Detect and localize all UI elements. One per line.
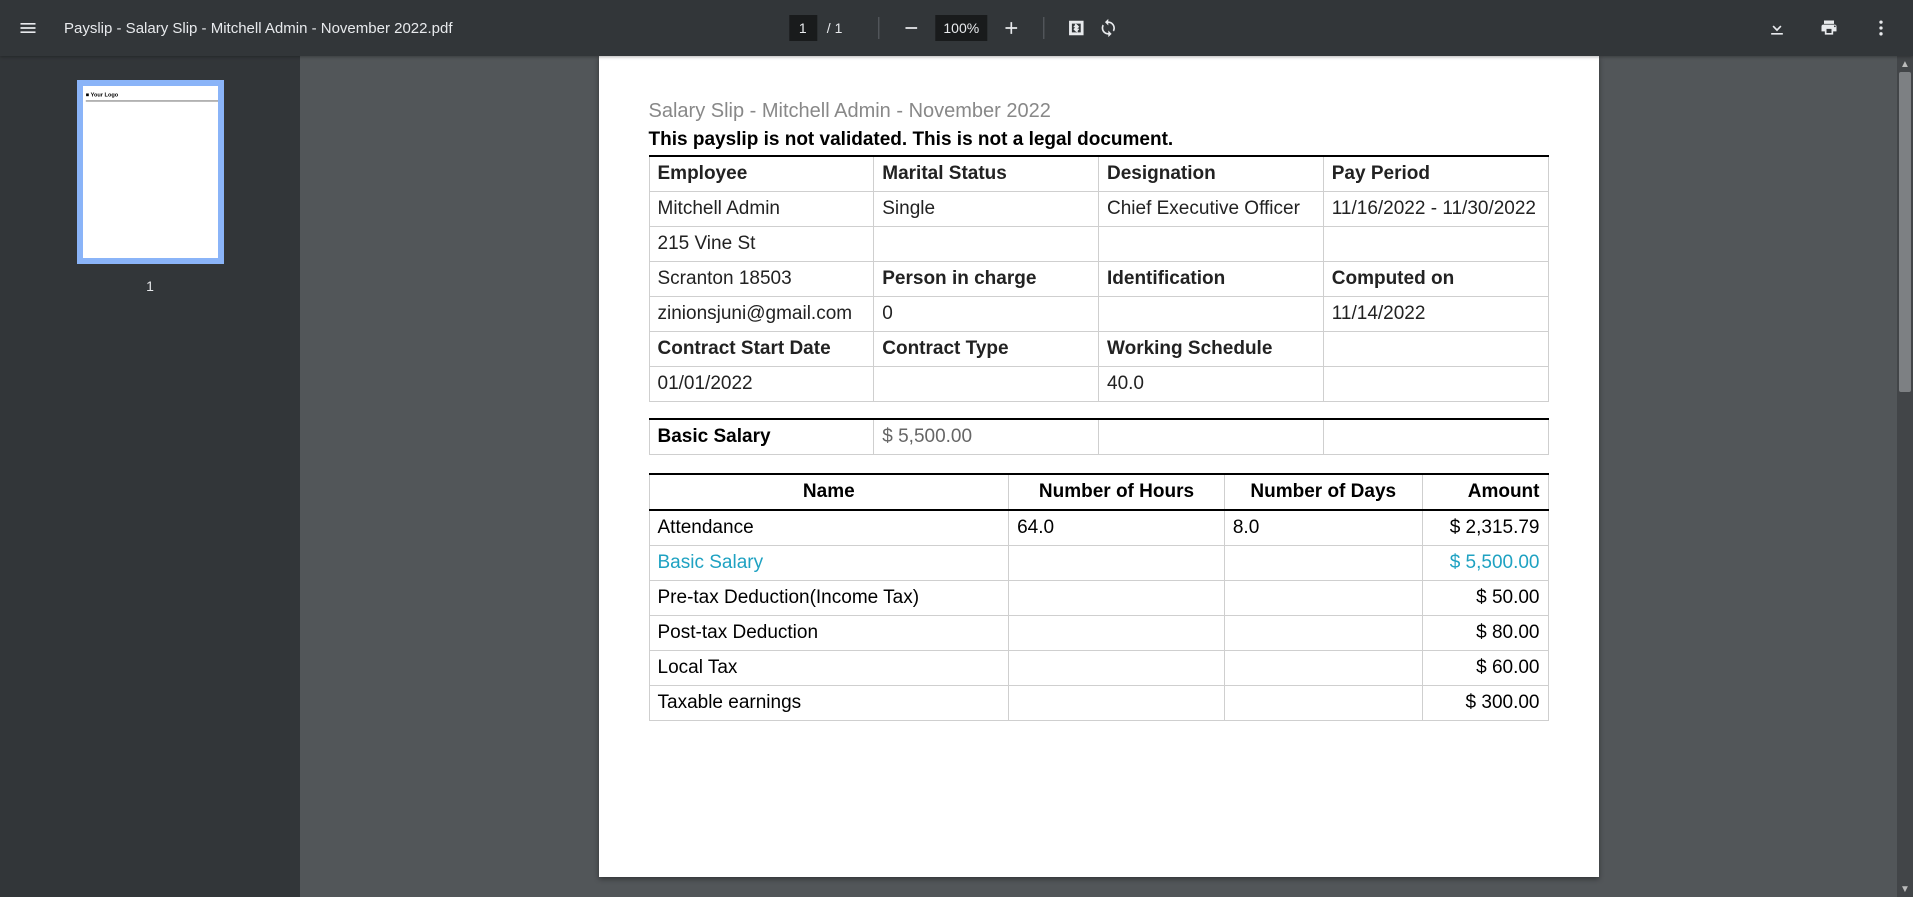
cell-label: Marital Status [874, 156, 1099, 192]
basic-salary-value: $ 5,500.00 [874, 419, 1099, 455]
payslip-lines-table: Name Number of Hours Number of Days Amou… [649, 473, 1549, 721]
page-number-input[interactable] [789, 15, 817, 41]
basic-salary-table: Basic Salary $ 5,500.00 [649, 418, 1549, 455]
col-amount: Amount [1422, 474, 1548, 510]
toolbar-right [1761, 12, 1897, 44]
thumbnail-sidebar: ■ Your Logo 1 [0, 56, 300, 897]
line-hours: 64.0 [1009, 510, 1225, 546]
cell-value [1099, 297, 1324, 332]
col-days: Number of Days [1224, 474, 1422, 510]
cell-label: Designation [1099, 156, 1324, 192]
download-button[interactable] [1761, 12, 1793, 44]
cell-label: Contract Type [874, 332, 1099, 367]
cell-value: 11/14/2022 [1323, 297, 1548, 332]
cell-value: Scranton 18503 [649, 262, 874, 297]
line-amount: $ 60.00 [1422, 651, 1548, 686]
table-row: Pre-tax Deduction(Income Tax) $ 50.00 [649, 581, 1548, 616]
basic-salary-label: Basic Salary [649, 419, 874, 455]
toolbar-center: / 1 100% [789, 12, 1124, 44]
cell-value: 40.0 [1099, 367, 1324, 402]
cell-label: Identification [1099, 262, 1324, 297]
cell-label: Employee [649, 156, 874, 192]
cell-label: Person in charge [874, 262, 1099, 297]
cell-value: Mitchell Admin [649, 192, 874, 227]
print-button[interactable] [1813, 12, 1845, 44]
line-hours [1009, 651, 1225, 686]
table-row: Taxable earnings $ 300.00 [649, 686, 1548, 721]
body: ■ Your Logo 1 United States Salary Slip … [0, 56, 1913, 897]
separator [878, 17, 879, 39]
zoom-level[interactable]: 100% [935, 15, 987, 41]
separator [1043, 17, 1044, 39]
line-days [1224, 651, 1422, 686]
line-days [1224, 686, 1422, 721]
cell-label: Working Schedule [1099, 332, 1324, 367]
fit-to-page-button[interactable] [1060, 12, 1092, 44]
rotate-button[interactable] [1092, 12, 1124, 44]
line-hours [1009, 616, 1225, 651]
table-row: Post-tax Deduction $ 80.00 [649, 616, 1548, 651]
vertical-scrollbar[interactable]: ▲ ▼ [1897, 56, 1913, 897]
line-amount: $ 2,315.79 [1422, 510, 1548, 546]
col-name: Name [649, 474, 1009, 510]
line-days: 8.0 [1224, 510, 1422, 546]
table-row: Attendance64.08.0$ 2,315.79 [649, 510, 1548, 546]
cell-value: 215 Vine St [649, 227, 874, 262]
line-name: Taxable earnings [649, 686, 1009, 721]
page-scroll[interactable]: United States Salary Slip - Mitchell Adm… [300, 56, 1897, 897]
page-thumbnail[interactable]: ■ Your Logo [77, 80, 224, 264]
col-hours: Number of Hours [1009, 474, 1225, 510]
cell-value: zinionsjuni@gmail.com [649, 297, 874, 332]
line-amount: $ 5,500.00 [1422, 546, 1548, 581]
thumbnail-label: 1 [0, 278, 300, 294]
zoom-out-button[interactable] [895, 12, 927, 44]
page-number-box: / 1 [789, 15, 843, 41]
zoom-in-button[interactable] [995, 12, 1027, 44]
cell-label: Pay Period [1323, 156, 1548, 192]
line-name: Local Tax [649, 651, 1009, 686]
pdf-page: United States Salary Slip - Mitchell Adm… [599, 56, 1599, 877]
toolbar: Payslip - Salary Slip - Mitchell Admin -… [0, 0, 1913, 56]
line-amount: $ 300.00 [1422, 686, 1548, 721]
line-days [1224, 616, 1422, 651]
page-total: / 1 [827, 20, 843, 36]
cell-label: Computed on [1323, 262, 1548, 297]
cell-value: Chief Executive Officer [1099, 192, 1324, 227]
menu-icon[interactable] [16, 16, 40, 40]
cell-label: Contract Start Date [649, 332, 874, 367]
line-hours [1009, 546, 1225, 581]
table-row: Local Tax $ 60.00 [649, 651, 1548, 686]
cell-value: 01/01/2022 [649, 367, 874, 402]
line-name: Pre-tax Deduction(Income Tax) [649, 581, 1009, 616]
scroll-down-button[interactable]: ▼ [1897, 881, 1913, 897]
employee-info-table: Employee Marital Status Designation Pay … [649, 155, 1549, 402]
line-name: Basic Salary [649, 546, 1009, 581]
table-row: Basic Salary $ 5,500.00 [649, 546, 1548, 581]
scroll-up-button[interactable]: ▲ [1897, 56, 1913, 72]
payslip-title: Salary Slip - Mitchell Admin - November … [649, 100, 1549, 123]
document-title: Payslip - Salary Slip - Mitchell Admin -… [64, 20, 453, 37]
line-name: Attendance [649, 510, 1009, 546]
line-days [1224, 546, 1422, 581]
line-days [1224, 581, 1422, 616]
cell-value [874, 367, 1099, 402]
cell-value: 11/16/2022 - 11/30/2022 [1323, 192, 1548, 227]
content-area: United States Salary Slip - Mitchell Adm… [300, 56, 1913, 897]
cell-value: 0 [874, 297, 1099, 332]
line-name: Post-tax Deduction [649, 616, 1009, 651]
more-menu-button[interactable] [1865, 12, 1897, 44]
line-amount: $ 80.00 [1422, 616, 1548, 651]
scroll-thumb[interactable] [1899, 72, 1911, 392]
validation-notice: This payslip is not validated. This is n… [649, 129, 1549, 151]
line-hours [1009, 581, 1225, 616]
line-amount: $ 50.00 [1422, 581, 1548, 616]
line-hours [1009, 686, 1225, 721]
cell-value: Single [874, 192, 1099, 227]
